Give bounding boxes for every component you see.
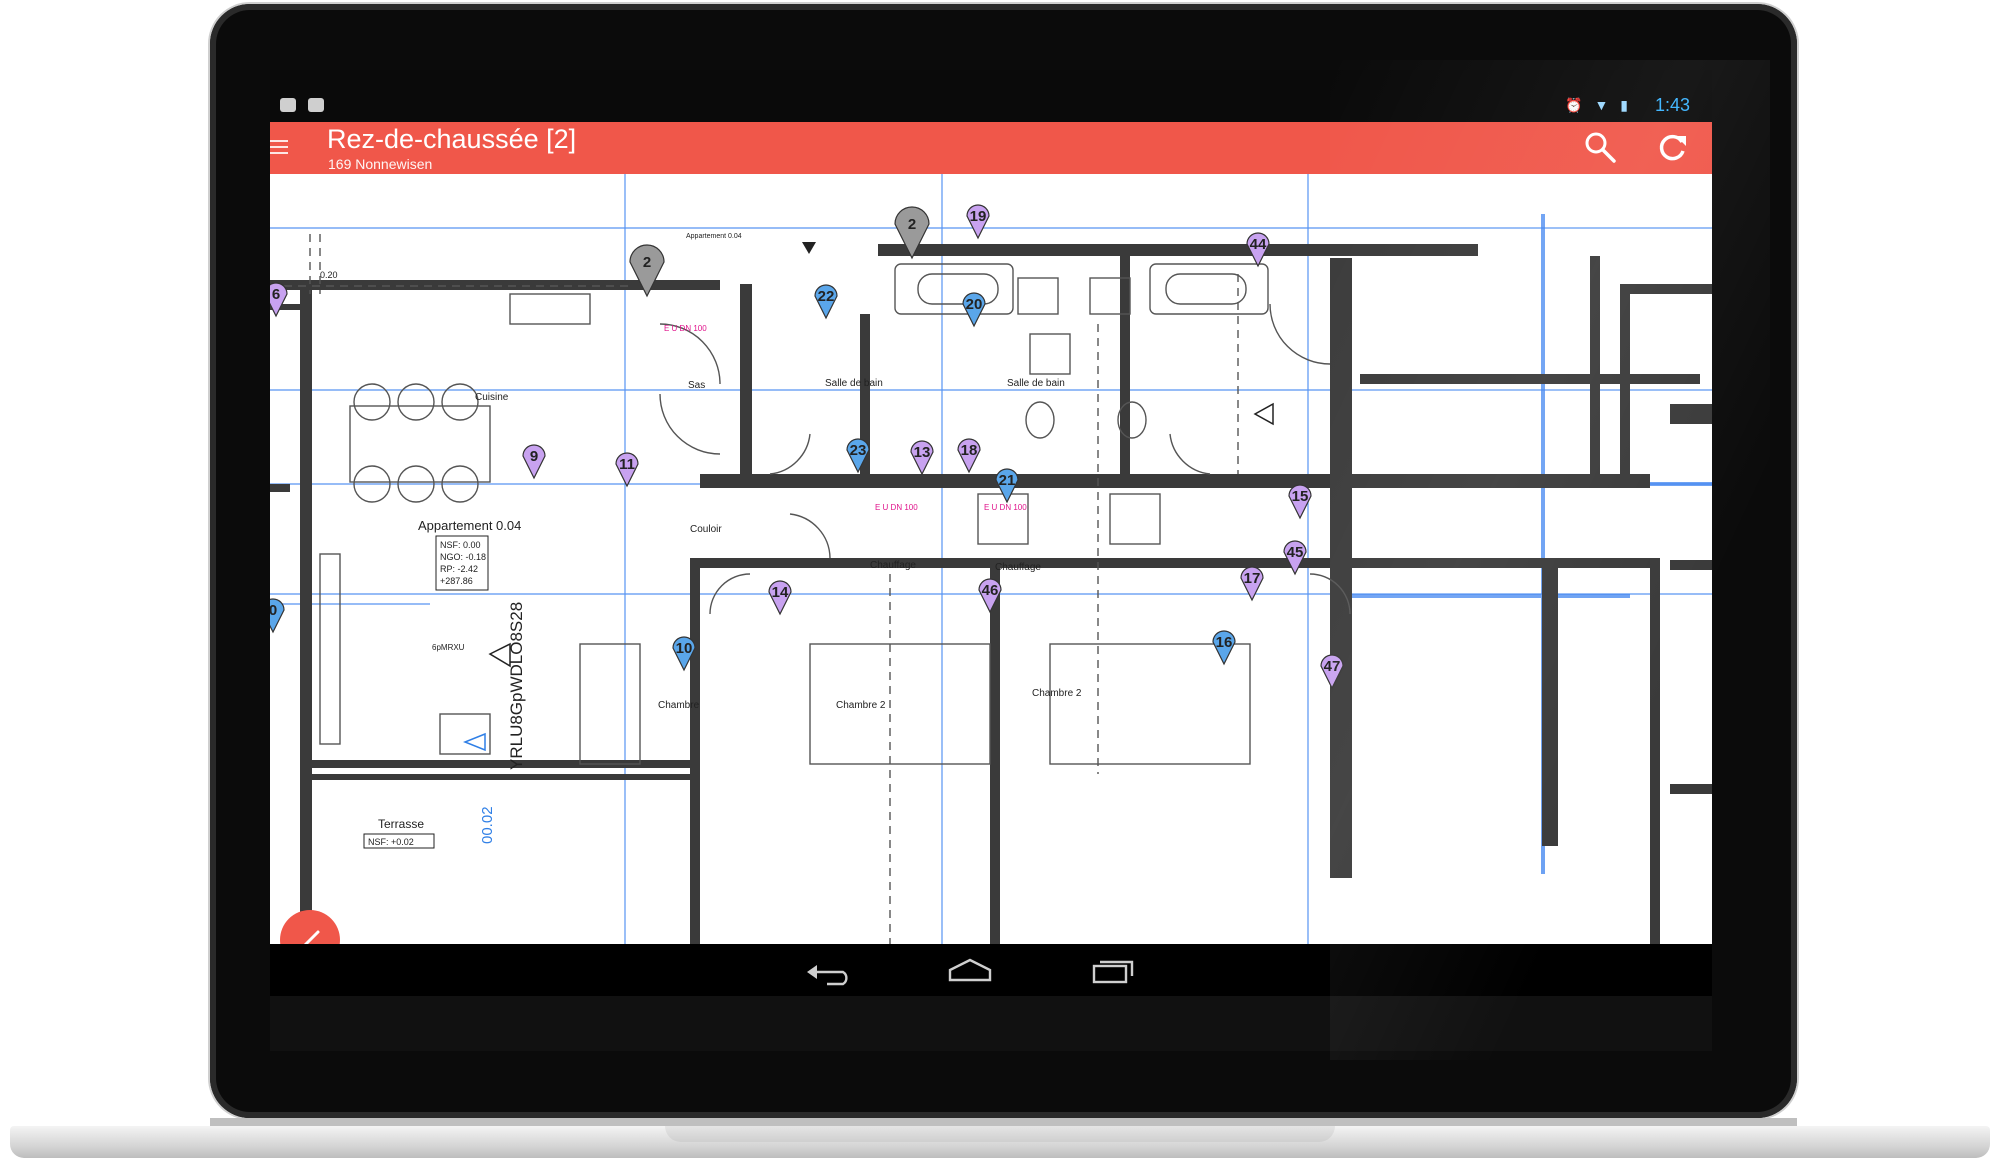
info-box: NSF: 0.00 NGO: -0.18 RP: -2.42 +287.86 — [435, 535, 489, 591]
search-icon[interactable] — [1583, 130, 1617, 164]
room-label-sas: Sas — [688, 380, 705, 391]
pin-number: 2 — [908, 216, 916, 233]
room-label-couloir: Couloir — [690, 524, 722, 535]
room-label-cuisine: Cuisine — [475, 392, 509, 403]
android-nav-bar — [270, 944, 1712, 996]
pin-number: 45 — [1287, 544, 1304, 561]
pin-number: 46 — [982, 582, 999, 599]
notification-check-icon — [308, 98, 324, 112]
pin-number: 6 — [272, 286, 280, 303]
terrasse-box: NSF: +0.02 — [363, 833, 435, 849]
dimension-label-002: 00.02 — [479, 806, 496, 844]
page-subtitle: 169 Nonnewisen — [328, 156, 433, 172]
room-label-salle-bain-right: Salle de bain — [1007, 378, 1065, 389]
top-note-label: Appartement 0.04 — [686, 233, 742, 240]
pin-number: 21 — [999, 472, 1016, 489]
pin-number: 16 — [1216, 634, 1233, 651]
device-screen: ⏰ ▼ ▮ 1:43 Rez-de-chaussée [2] 169 Nonne… — [270, 70, 1712, 1051]
vertical-code-label: YRLU8GpWDLO8S28 — [507, 602, 526, 770]
pin-number: 44 — [1250, 236, 1267, 253]
svg-text:NSF: +0.02: NSF: +0.02 — [368, 837, 414, 847]
room-label-chambre-2-mid: Chambre 2 — [836, 700, 886, 711]
floor-plan[interactable]: Cuisine Sas Salle de bain Salle de bain … — [270, 174, 1712, 944]
status-bar: ⏰ ▼ ▮ 1:43 — [270, 70, 1712, 122]
screen-bottom-margin — [270, 996, 1712, 1051]
status-time: 1:43 — [1654, 95, 1690, 115]
pin-number: 2 — [643, 254, 651, 271]
floor-plan-canvas[interactable]: Cuisine Sas Salle de bain Salle de bain … — [270, 174, 1712, 944]
pin-number: 23 — [850, 442, 867, 459]
notification-chat-icon — [280, 98, 296, 112]
pin-number: 0 — [270, 602, 277, 619]
room-label-terrasse: Terrasse — [378, 817, 424, 831]
info-line-1: NSF: 0.00 — [440, 540, 481, 550]
pin-number: 19 — [970, 208, 987, 225]
pin-number: 17 — [1244, 570, 1261, 587]
room-label-appartement: Appartement 0.04 — [418, 518, 521, 533]
eu-dn-label-2: E U DN 100 — [875, 503, 918, 512]
info-line-3: RP: -2.42 — [440, 564, 478, 574]
eu-dn-label-1: E U DN 100 — [664, 324, 707, 333]
pin-number: 10 — [676, 640, 693, 657]
action-bar: Rez-de-chaussée [2] 169 Nonnewisen — [270, 122, 1712, 174]
page-title: Rez-de-chaussée [2] — [327, 124, 577, 154]
refresh-icon[interactable] — [1656, 130, 1690, 164]
laptop-notch — [665, 1126, 1335, 1142]
pin-number: 15 — [1292, 488, 1309, 505]
pin-number: 13 — [914, 444, 931, 461]
room-label-salle-bain-left: Salle de bain — [825, 378, 883, 389]
room-label-chauffage-left: Chauffage — [870, 560, 916, 571]
room-label-chambre-2-right: Chambre 2 — [1032, 688, 1082, 699]
back-icon[interactable] — [799, 956, 859, 986]
pin-number: 11 — [619, 456, 635, 473]
pin-number: 18 — [961, 442, 978, 459]
pin-number: 47 — [1324, 658, 1341, 675]
info-line-2: NGO: -0.18 — [440, 552, 486, 562]
pin-number: 9 — [530, 448, 538, 465]
recents-icon[interactable] — [1082, 956, 1142, 986]
pin-number: 14 — [772, 584, 789, 601]
eu-dn-label-3: E U DN 100 — [984, 503, 1027, 512]
pin-number: 22 — [818, 288, 835, 305]
code-6p-label: 6pMRXU — [432, 643, 465, 652]
menu-icon[interactable] — [270, 136, 288, 156]
room-label-chambre-left: Chambre — [658, 700, 700, 711]
pin-number: 20 — [966, 296, 983, 313]
room-label-chauffage-right: Chauffage — [995, 562, 1041, 573]
dimension-label-020: 0.20 — [320, 270, 338, 280]
home-icon[interactable] — [940, 956, 1000, 986]
info-line-4: +287.86 — [440, 576, 473, 586]
status-icons: ⏰ ▼ ▮ — [1565, 97, 1632, 113]
